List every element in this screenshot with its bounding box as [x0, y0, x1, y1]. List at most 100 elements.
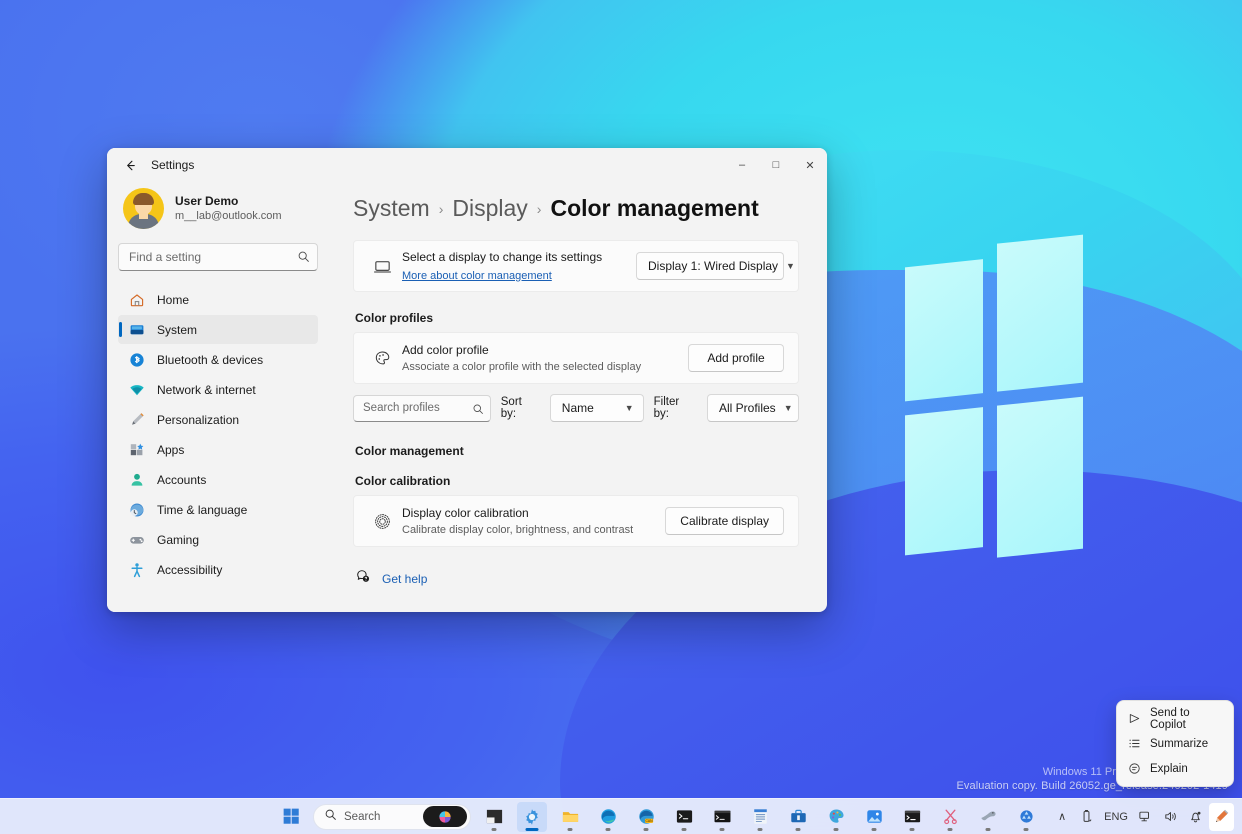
edge-canary-icon: CAN	[637, 807, 656, 826]
display-selector-card: Select a display to change its settings …	[353, 240, 799, 292]
network-icon	[128, 381, 145, 398]
personalization-icon	[128, 411, 145, 428]
sidebar-item-personalization[interactable]: Personalization	[118, 405, 318, 434]
taskbar-app-file-explorer[interactable]	[555, 802, 585, 832]
sidebar-item-label: Accounts	[157, 473, 206, 487]
page-title: Color management	[550, 195, 758, 222]
add-profile-button[interactable]: Add profile	[688, 344, 784, 372]
taskbar-search[interactable]: Search	[313, 804, 471, 830]
sidebar-item-system[interactable]: System	[118, 315, 318, 344]
calibrate-display-button[interactable]: Calibrate display	[665, 507, 784, 535]
search-icon	[297, 250, 310, 268]
pen-icon[interactable]	[1209, 803, 1234, 831]
breadcrumb-system[interactable]: System	[353, 195, 430, 222]
color-calibration-heading: Color calibration	[355, 474, 799, 488]
taskbar-search-placeholder: Search	[344, 811, 380, 823]
start-button[interactable]	[276, 802, 306, 832]
display-dropdown-value: Display 1: Wired Display	[648, 259, 778, 273]
brightness-icon	[368, 512, 396, 531]
sort-by-dropdown[interactable]: Name ▼	[550, 394, 644, 422]
taskbar-app-snipping-tool[interactable]	[935, 802, 965, 832]
back-button[interactable]	[115, 152, 145, 178]
sidebar: User Demo m__lab@outlook.com	[107, 182, 329, 612]
chevron-right-icon: ›	[439, 201, 444, 217]
taskbar-app-console[interactable]	[707, 802, 737, 832]
menu-item-explain[interactable]: Explain	[1120, 756, 1230, 781]
send-icon	[1127, 712, 1141, 725]
sidebar-item-label: Network & internet	[157, 383, 256, 397]
taskbar-app-edge[interactable]	[593, 802, 623, 832]
apps-icon	[128, 441, 145, 458]
sidebar-item-accounts[interactable]: Accounts	[118, 465, 318, 494]
sidebar-item-label: Home	[157, 293, 189, 307]
windows-logo-icon	[905, 249, 1083, 578]
start-icon	[283, 808, 300, 825]
volume-icon[interactable]	[1159, 803, 1182, 831]
color-management-heading: Color management	[355, 444, 799, 458]
taskbar-app-terminal[interactable]	[669, 802, 699, 832]
sidebar-item-time-language[interactable]: Time & language	[118, 495, 318, 524]
chevron-down-icon: ▼	[625, 403, 634, 413]
get-help-link[interactable]: Get help	[382, 572, 427, 586]
sidebar-item-bluetooth[interactable]: Bluetooth & devices	[118, 345, 318, 374]
taskbar-app-settings[interactable]	[517, 802, 547, 832]
edge-icon	[599, 807, 618, 826]
copilot-button[interactable]	[423, 806, 467, 827]
command-prompt-icon	[903, 807, 922, 826]
sidebar-item-home[interactable]: Home	[118, 285, 318, 314]
sidebar-item-network[interactable]: Network & internet	[118, 375, 318, 404]
search-input[interactable]	[118, 243, 318, 271]
account-email: m__lab@outlook.com	[175, 209, 282, 224]
settings-icon	[522, 807, 542, 827]
language-indicator[interactable]: ENG	[1100, 803, 1132, 831]
profile-search[interactable]	[353, 395, 491, 422]
sidebar-item-accessibility[interactable]: Accessibility	[118, 555, 318, 584]
taskbar-app-edge-canary[interactable]: CAN	[631, 802, 661, 832]
breadcrumb: System › Display › Color management	[353, 195, 799, 222]
menu-item-label: Send to Copilot	[1150, 707, 1223, 731]
sidebar-item-gaming[interactable]: Gaming	[118, 525, 318, 554]
sidebar-item-apps[interactable]: Apps	[118, 435, 318, 464]
taskbar-app-file-explorer-dark[interactable]	[479, 802, 509, 832]
menu-item-summarize[interactable]: Summarize	[1120, 731, 1230, 756]
settings-window: Settings – □ ✕ User Demo m__lab@outlook.…	[107, 148, 827, 612]
chevron-down-icon: ▼	[784, 403, 793, 413]
more-about-color-management-link[interactable]: More about color management	[402, 270, 552, 282]
minimize-button[interactable]: –	[725, 148, 759, 182]
taskbar-app-photos[interactable]	[859, 802, 889, 832]
taskbar-app-paint[interactable]	[821, 802, 851, 832]
tray-chevron-up-icon[interactable]: ∧	[1051, 803, 1073, 831]
taskbar-app-generic[interactable]	[1011, 802, 1041, 832]
maximize-button[interactable]: □	[759, 148, 793, 182]
taskbar-app-bird[interactable]	[973, 802, 1003, 832]
system-icon	[128, 321, 145, 338]
help-icon	[356, 569, 371, 589]
calibration-title: Display color calibration	[402, 504, 665, 522]
settings-search[interactable]	[118, 243, 318, 271]
window-controls: – □ ✕	[725, 148, 827, 182]
network-tray-icon[interactable]	[1134, 803, 1157, 831]
close-button[interactable]: ✕	[793, 148, 827, 182]
taskbar-app-notepad[interactable]	[745, 802, 775, 832]
battery-icon[interactable]	[1075, 803, 1098, 831]
sidebar-nav: Home System	[118, 285, 318, 584]
svg-text:CAN: CAN	[645, 819, 653, 823]
profile-search-input[interactable]	[353, 395, 491, 422]
gaming-icon	[128, 531, 145, 548]
window-title: Settings	[151, 158, 194, 172]
accessibility-icon	[128, 561, 145, 578]
sort-by-value: Name	[562, 401, 594, 415]
menu-item-send-to-copilot[interactable]: Send to Copilot	[1120, 706, 1230, 731]
display-dropdown[interactable]: Display 1: Wired Display ▼	[636, 252, 784, 280]
get-help[interactable]: Get help	[356, 569, 799, 589]
add-profile-subtitle: Associate a color profile with the selec…	[402, 359, 688, 376]
sidebar-item-label: Accessibility	[157, 563, 222, 577]
taskbar-app-toolbox[interactable]	[783, 802, 813, 832]
breadcrumb-display[interactable]: Display	[452, 195, 527, 222]
account-block[interactable]: User Demo m__lab@outlook.com	[118, 182, 318, 243]
filter-by-dropdown[interactable]: All Profiles ▼	[707, 394, 799, 422]
taskbar-app-command-prompt[interactable]	[897, 802, 927, 832]
bell-icon[interactable]	[1184, 803, 1207, 831]
search-icon	[472, 402, 484, 420]
paint-icon	[827, 807, 846, 826]
